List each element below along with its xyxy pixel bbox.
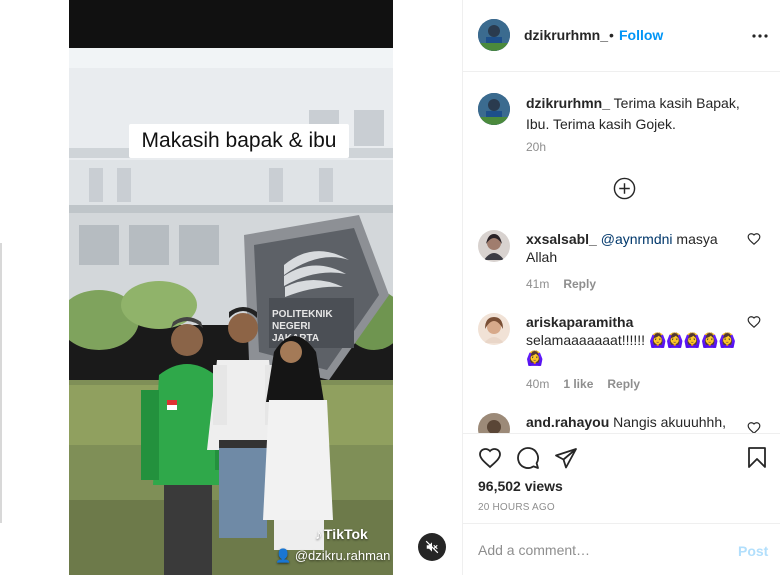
author-avatar[interactable] bbox=[478, 19, 510, 51]
comment-meta: 41m Reply bbox=[526, 277, 610, 291]
caption-avatar[interactable] bbox=[478, 93, 510, 125]
separator-dot: • bbox=[609, 27, 614, 43]
tiktok-handle-text: @dzikru.rahman bbox=[294, 548, 391, 563]
paper-plane-icon[interactable] bbox=[554, 446, 578, 470]
video-overlay-text: Makasih bapak & ibu bbox=[129, 124, 349, 158]
caption-timestamp[interactable]: 20h bbox=[526, 140, 546, 154]
comment-mention[interactable]: @aynrmdni bbox=[601, 231, 673, 247]
tiktok-brand: TikTok bbox=[324, 526, 368, 542]
post-actions: 96,502 views 20 HOURS AGO bbox=[463, 433, 780, 523]
comment-username[interactable]: xxsalsabl_ bbox=[526, 231, 597, 247]
post-comment-button[interactable]: Post bbox=[738, 543, 768, 559]
add-comment-bar: Post bbox=[463, 523, 780, 575]
post-header: dzikrurhmn_ • Follow bbox=[463, 0, 780, 72]
tiktok-handle: 👤 @dzikru.rahman bbox=[275, 548, 391, 563]
heart-icon[interactable] bbox=[747, 421, 761, 433]
comment-body: xxsalsabl_ @aynrmdni masya Allah bbox=[526, 230, 741, 266]
comment-time[interactable]: 40m bbox=[526, 377, 549, 391]
sign-line2: NEGERI bbox=[272, 321, 311, 332]
comment-username[interactable]: and.rahayou bbox=[526, 414, 609, 430]
prev-post-edge bbox=[0, 243, 2, 523]
caption-username[interactable]: dzikrurhmn_ bbox=[526, 95, 610, 111]
comment-input[interactable] bbox=[478, 538, 718, 562]
comment-likes[interactable]: 1 like bbox=[563, 377, 593, 391]
speaker-muted-icon bbox=[425, 540, 439, 554]
commenter-avatar[interactable] bbox=[478, 313, 510, 345]
post-video[interactable]: POLITEKNIK NEGERI JAKARTA bbox=[69, 0, 393, 575]
more-options-icon[interactable] bbox=[752, 28, 768, 44]
comment-text: Nangis akuuuhhh, bbox=[613, 414, 727, 430]
plus-circle-icon[interactable] bbox=[613, 177, 636, 200]
view-count[interactable]: 96,502 views bbox=[478, 478, 563, 494]
commenter-avatar[interactable] bbox=[478, 413, 510, 433]
comment-bubble-icon[interactable] bbox=[516, 446, 540, 470]
reply-button[interactable]: Reply bbox=[563, 277, 596, 291]
comment-body: and.rahayou Nangis akuuuhhh, bbox=[526, 413, 741, 431]
media-area: POLITEKNIK NEGERI JAKARTA bbox=[0, 0, 462, 575]
comment-body: ariskaparamitha selamaaaaaaat!!!!!! 🙆‍♀️🙆… bbox=[526, 313, 741, 367]
instagram-post-modal: POLITEKNIK NEGERI JAKARTA bbox=[0, 0, 780, 575]
bookmark-icon[interactable] bbox=[745, 446, 769, 470]
commenter-avatar[interactable] bbox=[478, 230, 510, 262]
comment-time[interactable]: 41m bbox=[526, 277, 549, 291]
heart-icon[interactable] bbox=[478, 446, 502, 470]
tiktok-note-icon: ♪ bbox=[315, 526, 322, 542]
comment-username[interactable]: ariskaparamitha bbox=[526, 314, 633, 330]
sign-line1: POLITEKNIK bbox=[272, 309, 333, 320]
comment-meta: 40m 1 like Reply bbox=[526, 377, 654, 391]
heart-icon[interactable] bbox=[747, 315, 761, 329]
tiktok-watermark: ♪ TikTok bbox=[315, 526, 368, 542]
comment-text: selamaaaaaaat!!!!!! 🙆‍♀️🙆‍♀️🙆‍♀️🙆‍♀️🙆‍♀️… bbox=[526, 332, 737, 366]
follow-button[interactable]: Follow bbox=[619, 27, 663, 43]
post-timestamp[interactable]: 20 HOURS AGO bbox=[478, 502, 555, 513]
mute-toggle-button[interactable] bbox=[418, 533, 446, 561]
video-frame: POLITEKNIK NEGERI JAKARTA bbox=[69, 0, 393, 575]
post-panel: dzikrurhmn_ • Follow dzikrurhmn_ Terima … bbox=[462, 0, 780, 575]
heart-icon[interactable] bbox=[747, 232, 761, 246]
reply-button[interactable]: Reply bbox=[607, 377, 640, 391]
post-caption: dzikrurhmn_ Terima kasih Bapak, Ibu. Ter… bbox=[526, 93, 766, 135]
author-username[interactable]: dzikrurhmn_ bbox=[524, 27, 608, 43]
comments-section: dzikrurhmn_ Terima kasih Bapak, Ibu. Ter… bbox=[463, 73, 780, 433]
